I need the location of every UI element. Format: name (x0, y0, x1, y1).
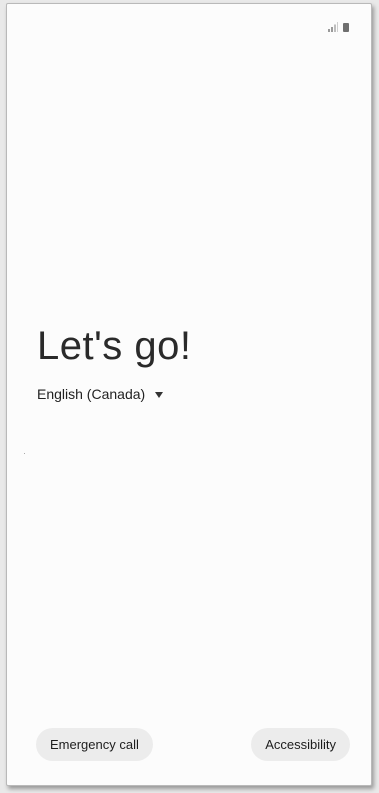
battery-icon (343, 22, 349, 32)
dropdown-triangle-icon (155, 391, 164, 398)
language-dropdown[interactable]: English (Canada) (37, 384, 164, 404)
welcome-title: Let's go! (37, 324, 192, 368)
emergency-call-button[interactable]: Emergency call (36, 728, 153, 761)
status-bar (328, 22, 349, 32)
phone-screen: Let's go! English (Canada) Emergency cal… (6, 3, 372, 786)
signal-icon (328, 22, 338, 32)
accessibility-button[interactable]: Accessibility (251, 728, 350, 761)
language-label: English (Canada) (37, 386, 146, 402)
screen-speck (24, 453, 25, 454)
